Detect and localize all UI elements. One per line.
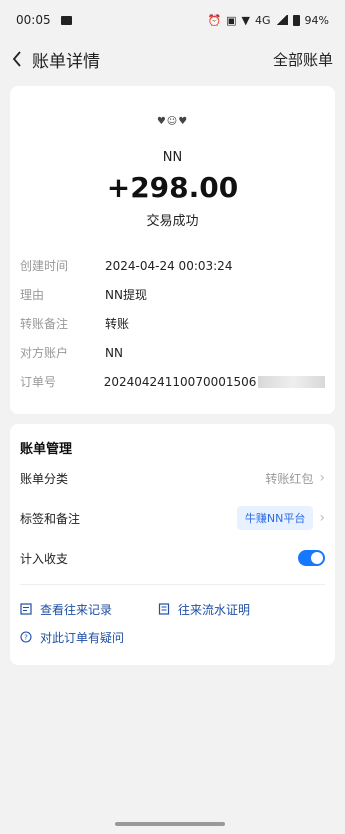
merchant-logo-icon: ♥☺♥: [156, 115, 189, 127]
record-icon: [20, 603, 32, 615]
network-label: 4G: [255, 13, 271, 27]
alarm-icon: ⏰: [207, 13, 222, 27]
detail-value: NN提现: [105, 288, 147, 302]
question-link[interactable]: ? 对此订单有疑问: [20, 629, 124, 646]
divider: [20, 584, 325, 585]
proof-link[interactable]: 往来流水证明: [158, 601, 250, 618]
chevron-right-icon: ›: [319, 470, 325, 486]
order-number-text: 20240424110070001506: [103, 374, 257, 389]
document-icon: [158, 603, 170, 615]
links-row: 查看往来记录 往来流水证明: [20, 595, 325, 623]
question-icon: ?: [20, 631, 32, 643]
detail-label: 订单号: [20, 375, 57, 389]
signal-icon: [275, 15, 288, 25]
history-link[interactable]: 查看往来记录: [20, 601, 112, 618]
counterparty-name: NN: [162, 150, 183, 165]
question-link-label: 对此订单有疑问: [40, 630, 125, 645]
nfc-icon: ▣: [226, 13, 237, 27]
history-link-label: 查看往来记录: [40, 602, 113, 617]
bill-details: 创建时间 2024-04-24 00:03:24 理由 NN提现 转账备注 转账…: [20, 251, 325, 396]
battery-icon: [292, 14, 300, 26]
tag-chip[interactable]: 牛赚NN平台: [236, 506, 314, 530]
wifi-icon: ▼: [241, 13, 251, 27]
detail-row-account: 对方账户 NN: [20, 338, 325, 367]
detail-row-reason: 理由 NN提现: [20, 280, 325, 309]
home-indicator[interactable]: [115, 822, 225, 826]
svg-text:?: ?: [24, 634, 28, 642]
battery-percent: 94%: [304, 13, 329, 27]
count-row: 计入收支: [20, 538, 325, 578]
tags-label: 标签和备注: [20, 511, 81, 526]
detail-row-created: 创建时间 2024-04-24 00:03:24: [20, 251, 325, 280]
detail-row-order: 订单号 20240424110070001506: [20, 367, 325, 396]
nav-left: 账单详情: [10, 47, 100, 72]
detail-value: 2024-04-24 00:03:24: [105, 258, 233, 273]
bill-amount: +298.00: [106, 171, 239, 204]
question-row: ? 对此订单有疑问: [20, 623, 325, 651]
status-time: 00:05: [16, 13, 51, 27]
back-icon[interactable]: [10, 49, 24, 69]
redaction-mask: [258, 376, 325, 388]
bill-management-card: 账单管理 账单分类 转账红包 › 标签和备注 牛赚NN平台 › 计入收支 查看往…: [10, 424, 335, 665]
order-number[interactable]: 20240424110070001506: [104, 375, 325, 389]
detail-value: 转账: [105, 317, 130, 331]
all-bills-link[interactable]: 全部账单: [273, 49, 333, 70]
nav-bar: 账单详情 全部账单: [0, 40, 345, 78]
status-right: ⏰ ▣ ▼ 4G 94%: [207, 14, 329, 27]
detail-label: 转账备注: [20, 317, 69, 331]
chevron-right-icon: ›: [319, 510, 325, 526]
count-toggle[interactable]: [298, 550, 325, 566]
detail-row-remark: 转账备注 转账: [20, 309, 325, 338]
category-row[interactable]: 账单分类 转账红包 ›: [20, 458, 325, 498]
bill-status: 交易成功: [146, 214, 199, 229]
tags-right: 牛赚NN平台 ›: [236, 506, 325, 530]
status-left: 00:05: [16, 13, 72, 27]
detail-label: 理由: [20, 288, 45, 302]
tags-row[interactable]: 标签和备注 牛赚NN平台 ›: [20, 498, 325, 538]
message-icon: [60, 15, 72, 25]
count-label: 计入收支: [20, 551, 69, 566]
page-title: 账单详情: [32, 51, 100, 72]
detail-label: 创建时间: [20, 259, 69, 273]
status-bar: 00:05 ⏰ ▣ ▼ 4G 94%: [0, 0, 345, 40]
detail-value: NN: [105, 345, 123, 360]
category-right: 转账红包 ›: [265, 470, 325, 487]
proof-link-label: 往来流水证明: [178, 602, 251, 617]
bill-summary-card: ♥☺♥ NN +298.00 交易成功 创建时间 2024-04-24 00:0…: [10, 86, 335, 414]
category-value: 转账红包: [265, 471, 314, 486]
section-title: 账单管理: [20, 441, 73, 457]
category-label: 账单分类: [20, 471, 69, 486]
detail-label: 对方账户: [20, 346, 69, 360]
